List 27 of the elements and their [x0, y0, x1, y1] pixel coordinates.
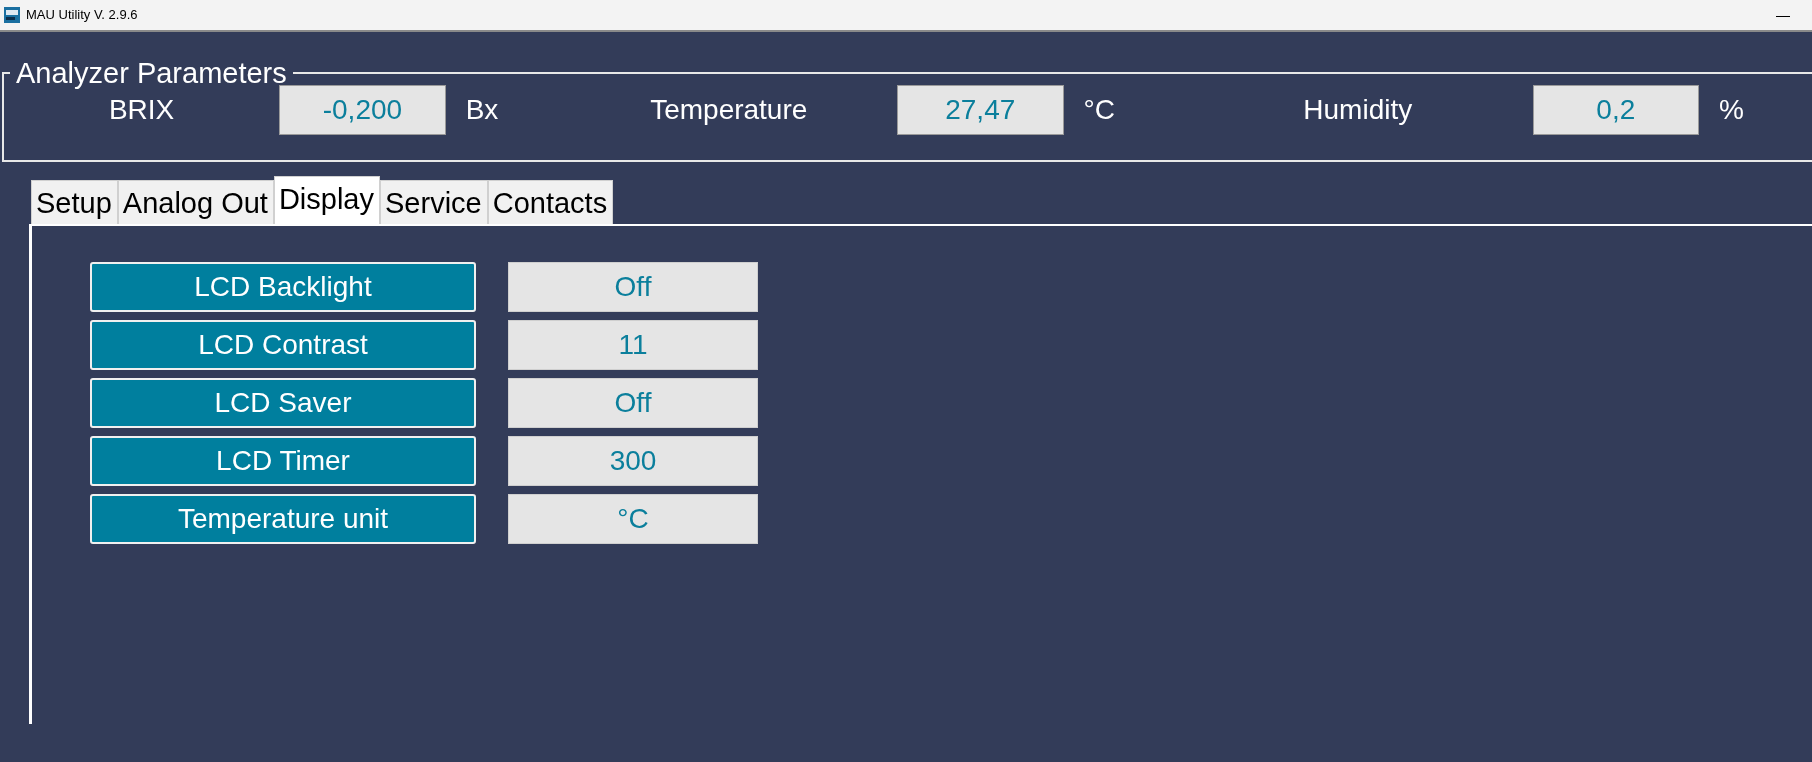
reading-label: Temperature — [649, 92, 809, 127]
window-title: MAU Utility V. 2.9.6 — [26, 6, 138, 25]
setting-button[interactable]: LCD Contrast — [90, 320, 476, 370]
setting-value: 300 — [508, 436, 758, 486]
app-icon — [4, 7, 20, 23]
unit-label: % — [1718, 92, 1745, 127]
tab[interactable]: Display — [273, 176, 380, 224]
tab[interactable]: Contacts — [487, 180, 614, 224]
setting-value: °C — [508, 494, 758, 544]
reading-label: BRIX — [107, 92, 176, 127]
tab[interactable]: Analog Out — [117, 180, 274, 224]
reading-label: Humidity — [1302, 92, 1414, 127]
unit-label: Bx — [464, 92, 500, 127]
setting-button[interactable]: LCD Timer — [90, 436, 476, 486]
setting-value: 11 — [508, 320, 758, 370]
tab[interactable]: Service — [380, 180, 488, 224]
minimize-button[interactable]: — — [1760, 4, 1806, 26]
reading-value: 0,2 — [1532, 84, 1700, 135]
setting-button[interactable]: LCD Saver — [90, 378, 476, 428]
setting-value: Off — [508, 378, 758, 428]
reading-value: 27,47 — [897, 84, 1064, 135]
tab[interactable]: Setup — [31, 180, 118, 224]
setting-button[interactable]: Temperature unit — [90, 494, 476, 544]
reading-value: -0,200 — [279, 84, 446, 135]
setting-button[interactable]: LCD Backlight — [90, 262, 476, 312]
unit-label: °C — [1082, 92, 1116, 127]
setting-value: Off — [508, 262, 758, 312]
